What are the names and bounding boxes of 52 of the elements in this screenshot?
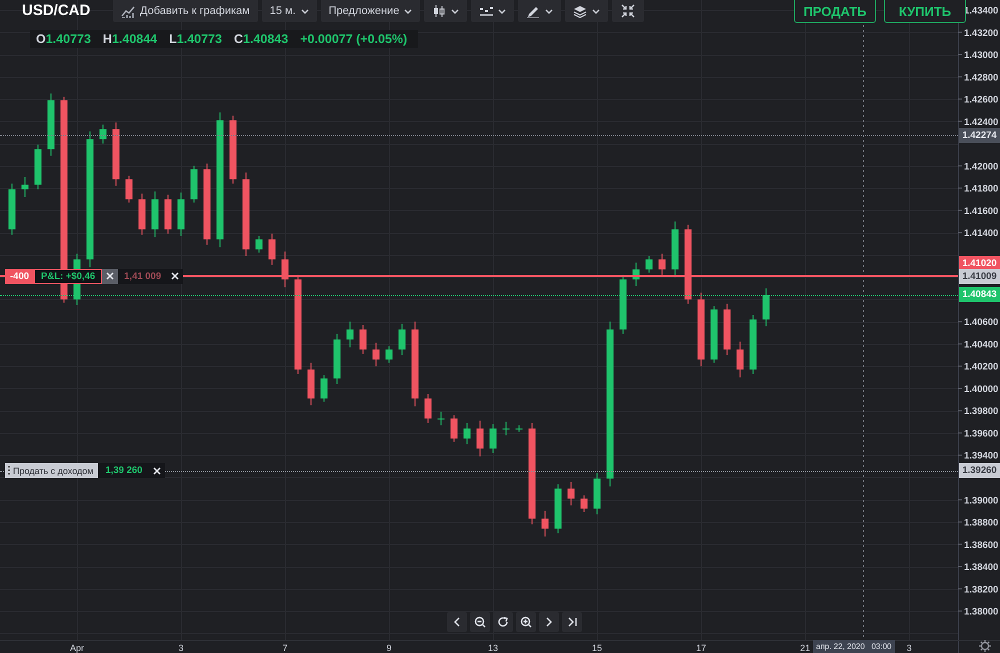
ohlc-value: 1.40844 (112, 32, 158, 46)
ohlc-key: H (102, 32, 112, 46)
price-axis-label: 1.41400 (964, 228, 998, 240)
price-axis-label: 1.42400 (964, 116, 998, 128)
take-profit-price: 1,39 260 (98, 463, 150, 478)
price-axis-label: 1.39400 (964, 450, 998, 462)
price-axis-label: 1.38000 (964, 606, 998, 618)
price-axis-label: 1.38600 (964, 540, 998, 551)
price-label: 1.39260 (959, 463, 1000, 478)
price-label: 1.41009 (959, 268, 1000, 284)
price-axis-label: 1.38800 (964, 518, 998, 529)
time-axis-label: 21 (800, 643, 810, 653)
price-axis-label: 1.43200 (964, 28, 998, 39)
time-axis-label: 3 (178, 643, 184, 653)
order-price: 1,41 009 (118, 268, 168, 284)
time-axis-label: 7 (282, 643, 288, 653)
ohlc-value: 1.40773 (176, 32, 222, 46)
price-axis-label: 1.38400 (964, 562, 998, 574)
time-axis-label: Apr (70, 643, 84, 653)
price-axis-label: 1.40200 (964, 362, 998, 373)
price-axis-label: 1.39000 (964, 495, 998, 506)
price-axis-label: 1.42800 (964, 72, 998, 84)
price-axis-label: 1.40000 (964, 384, 998, 395)
price-axis-label: 1.40600 (964, 317, 998, 328)
price-label: 1.40843 (959, 287, 1000, 302)
price-axis-label: 1.42600 (964, 94, 998, 106)
price-axis-label: 1.41800 (964, 184, 998, 195)
ohlc-key: C (234, 32, 243, 46)
price-axis-label: 1.38200 (964, 584, 998, 596)
price-axis-label: 1.39600 (964, 428, 998, 440)
symbol-title: USD/CAD (21, 1, 92, 19)
price-axis-label: 1.40400 (964, 339, 998, 350)
price-change: +0.00077 (+0.05%) (300, 32, 408, 46)
time-axis-label: 17 (696, 643, 706, 653)
time-axis-label: 13 (488, 643, 498, 653)
time-axis-label: 9 (386, 643, 392, 653)
pnl-label: P&L: +$0,46 (34, 268, 102, 284)
ohlc-value: 1.40843 (243, 32, 288, 46)
ohlc-key: O (36, 32, 46, 46)
ohlc-value: 1.40773 (46, 32, 91, 46)
crosshair-time-label: апр. 22, 2020 03:00 (813, 640, 895, 653)
price-label: 1.42274 (959, 128, 1000, 143)
price-axis-label: 1.43000 (964, 50, 998, 62)
price-axis-label: 1.41600 (964, 206, 998, 217)
price-axis-label: 1.43400 (964, 6, 998, 17)
price-axis-label: 1.39800 (964, 406, 998, 418)
time-axis-label: 15 (592, 643, 602, 653)
price-label: 1.41020 (959, 256, 1000, 271)
quantity-label: -400 (5, 268, 34, 284)
price-axis-label: 1.42000 (964, 161, 998, 172)
time-axis-label: 3 (906, 643, 912, 653)
ohlc-key: L (169, 32, 177, 46)
